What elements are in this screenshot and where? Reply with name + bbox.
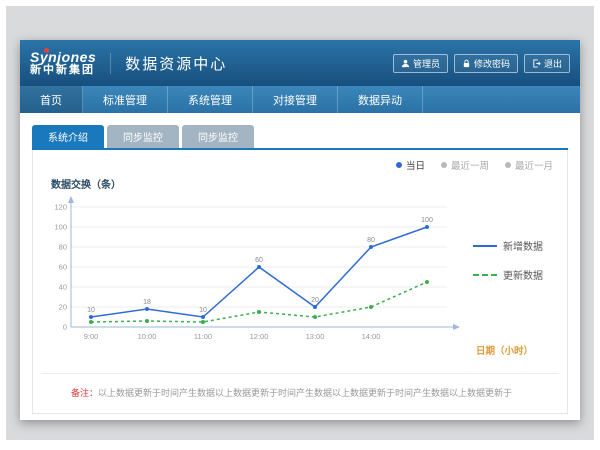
updated-data-line-sample-icon [473,274,497,276]
desktop-background: Synjones 新中新集团 数据资源中心 管理员 修改密码 退出 [6,6,594,440]
nav-item-connect-mgmt[interactable]: 对接管理 [253,86,338,113]
svg-text:10:00: 10:00 [138,332,157,341]
app-window: Synjones 新中新集团 数据资源中心 管理员 修改密码 退出 [20,40,580,420]
tab-sync-monitor-1[interactable]: 同步监控 [107,125,179,148]
series-legend: 新增数据 更新数据 [473,238,543,282]
note-label: 备注： [71,388,98,398]
svg-text:120: 120 [54,203,67,212]
svg-text:12:00: 12:00 [250,332,269,341]
line-chart-svg: 0 20 40 60 80 100 120 9:00 10:00 11:00 12:00 13:00 1… [41,193,473,358]
new-data-line-sample-icon [473,245,497,247]
svg-text:18: 18 [143,299,151,306]
svg-text:20: 20 [59,303,67,312]
last-month-dot-icon [505,162,511,168]
footnote: 备注：以上数据更新于时间产生数据以上数据更新于时间产生数据以上数据更新于时间产生… [41,374,559,399]
svg-text:100: 100 [54,223,67,232]
svg-text:80: 80 [367,237,375,244]
svg-text:11:00: 11:00 [194,332,212,341]
series-line-1 [91,282,427,322]
logout-icon [532,59,541,68]
svg-text:80: 80 [59,243,67,252]
svg-text:9:00: 9:00 [84,332,99,341]
legend-item-new-data: 新增数据 [473,238,543,253]
svg-text:14:00: 14:00 [362,332,381,341]
nav-item-home[interactable]: 首页 [20,86,83,113]
tab-sync-monitor-2[interactable]: 同步监控 [182,125,254,148]
legend-item-today[interactable]: 当日 [396,158,425,172]
line-chart: 0 20 40 60 80 100 120 9:00 10:00 11:00 12:00 13:00 1… [41,193,473,363]
logo-en-text: Synjones [30,50,96,65]
nav-item-system-mgmt[interactable]: 系统管理 [168,86,253,113]
chart-area: 0 20 40 60 80 100 120 9:00 10:00 11:00 12:00 13:00 1… [41,193,559,363]
header-actions: 管理员 修改密码 退出 [393,54,570,73]
svg-text:0: 0 [63,323,67,332]
time-filter-legend: 当日 最近一周 最近一月 [41,158,553,172]
today-dot-icon [396,162,402,168]
admin-user-button[interactable]: 管理员 [393,54,448,73]
change-password-button[interactable]: 修改密码 [454,54,518,73]
svg-text:60: 60 [255,257,263,264]
svg-text:100: 100 [421,217,433,224]
user-icon [401,59,410,68]
svg-text:10: 10 [87,307,95,314]
legend-item-last-month[interactable]: 最近一月 [505,158,553,172]
svg-text:10: 10 [199,307,207,314]
lock-icon [462,59,471,68]
note-text: 以上数据更新于时间产生数据以上数据更新于时间产生数据以上数据更新于时间产生数据以… [98,388,512,398]
svg-text:60: 60 [59,263,67,272]
logo-red-dot-icon [44,48,49,53]
logo-cn-text: 新中新集团 [30,65,96,77]
svg-text:40: 40 [59,283,67,292]
legend-item-last-week[interactable]: 最近一周 [441,158,489,172]
tab-system-intro[interactable]: 系统介绍 [32,125,104,148]
nav-item-data-change[interactable]: 数据异动 [338,86,423,113]
logout-button[interactable]: 退出 [524,54,570,73]
nav-item-standard-mgmt[interactable]: 标准管理 [83,86,168,113]
svg-text:20: 20 [311,297,319,304]
svg-text:13:00: 13:00 [306,332,325,341]
y-axis-title: 数据交换（条） [51,176,559,191]
header: Synjones 新中新集团 数据资源中心 管理员 修改密码 退出 [20,40,580,86]
logo: Synjones 新中新集团 [30,50,96,76]
last-week-dot-icon [441,162,447,168]
page-title: 数据资源中心 [110,53,227,74]
tab-strip: 系统介绍 同步监控 同步监控 [32,125,568,150]
legend-item-updated-data: 更新数据 [473,267,543,282]
content-panel: 当日 最近一周 最近一月 数据交换（条） 0 20 40 60 80 100 120 9:00… [32,150,568,414]
main-nav: 首页 标准管理 系统管理 对接管理 数据异动 [20,86,580,113]
series-line-0 [91,227,427,317]
